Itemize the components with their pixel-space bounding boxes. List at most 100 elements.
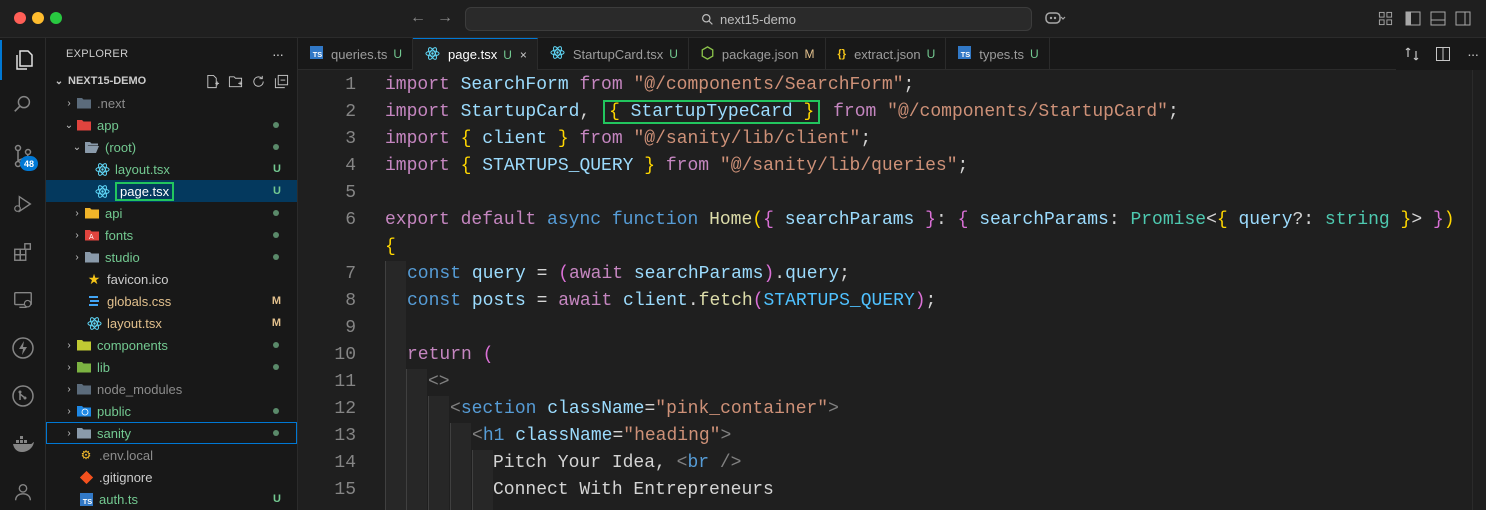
star-icon: ★: [87, 270, 101, 287]
source-control-icon[interactable]: 48: [0, 136, 46, 176]
tree-item-label: layout.tsx: [115, 161, 170, 177]
tree-item-globals-css[interactable]: globals.css M: [46, 290, 297, 312]
svg-text:A: A: [89, 234, 94, 241]
tree-item-layout-tsx-root[interactable]: layout.tsx M: [46, 312, 297, 334]
new-file-icon[interactable]: [205, 74, 220, 89]
tab-label: page.tsx: [448, 47, 498, 62]
tree-item-sanity[interactable]: › sanity: [46, 422, 297, 444]
chevron-down-icon: ⌄: [54, 75, 64, 87]
tree-item-public[interactable]: › public: [46, 400, 297, 422]
settings-icon: ⚙: [80, 448, 92, 462]
line-number: 7: [345, 264, 356, 284]
toggle-secondary-sidebar-icon[interactable]: [1455, 11, 1471, 26]
remote-explorer-icon[interactable]: [0, 280, 46, 320]
chevron-right-icon: ›: [67, 97, 71, 109]
tree-item-page-tsx[interactable]: page.tsx U: [46, 180, 297, 202]
indent-guide: [428, 396, 449, 510]
folder-icon: [76, 425, 92, 441]
git-graph-icon[interactable]: [0, 376, 46, 416]
explorer-tools: [205, 74, 297, 89]
chevron-right-icon: ›: [75, 251, 79, 263]
explorer-title: EXPLORER: [66, 48, 129, 60]
tree-item-components[interactable]: › components: [46, 334, 297, 356]
line-number: 2: [345, 102, 356, 122]
more-actions-icon[interactable]: ···: [1467, 46, 1479, 62]
tab-extract-json[interactable]: {} extract.json U: [826, 38, 947, 70]
tree-item-node-modules[interactable]: › node_modules: [46, 378, 297, 400]
git-status: U: [273, 185, 281, 197]
line-number: 9: [345, 318, 356, 338]
line-number: 14: [334, 453, 356, 473]
new-folder-icon[interactable]: [228, 74, 243, 89]
tree-item-app[interactable]: ⌄ app: [46, 114, 297, 136]
more-actions-button[interactable]: ···: [272, 46, 284, 62]
editor-scrollbar[interactable]: [1472, 70, 1486, 510]
css-icon: [86, 293, 102, 309]
minimize-window-button[interactable]: [32, 12, 44, 24]
code-line-2: import StartupCard, { StartupTypeCard } …: [385, 100, 1179, 124]
nodejs-icon: [701, 45, 714, 63]
tree-item-layout-tsx[interactable]: layout.tsx U: [46, 158, 297, 180]
tree-item-auth-ts[interactable]: TS auth.ts U: [46, 488, 297, 510]
split-editor-icon[interactable]: [1435, 46, 1451, 62]
tree-item-label: layout.tsx: [107, 315, 162, 331]
tree-item-label: public: [97, 403, 131, 419]
indent-guide: [472, 450, 493, 510]
customize-layout-icon[interactable]: [1378, 11, 1393, 26]
close-window-button[interactable]: [14, 12, 26, 24]
collapse-all-icon[interactable]: [274, 74, 289, 89]
tree-item-fonts[interactable]: › A fonts: [46, 224, 297, 246]
tree-item-studio[interactable]: › studio: [46, 246, 297, 268]
tab-startupcard-tsx[interactable]: StartupCard.tsx U: [538, 38, 689, 70]
toggle-primary-sidebar-icon[interactable]: [1405, 11, 1421, 26]
docker-icon[interactable]: [0, 424, 46, 464]
toggle-panel-icon[interactable]: [1430, 11, 1446, 26]
tree-item-gitignore[interactable]: .gitignore: [46, 466, 297, 488]
tree-item-label: api: [105, 205, 123, 221]
folder-open-icon: [84, 139, 100, 155]
line-number: 12: [334, 399, 356, 419]
search-icon[interactable]: [0, 84, 46, 124]
indent-guide: [450, 423, 471, 510]
tree-item-lib[interactable]: › lib: [46, 356, 297, 378]
thunder-icon[interactable]: [0, 328, 46, 368]
copilot-icon[interactable]: [1044, 9, 1066, 27]
scm-badge: 48: [20, 156, 38, 171]
explorer-icon[interactable]: [0, 40, 46, 80]
git-status: M: [271, 295, 281, 307]
tree-item-root-group[interactable]: ⌄ (root): [46, 136, 297, 158]
svg-text:TS: TS: [961, 50, 971, 59]
folder-icon: [84, 249, 100, 265]
tab-status: U: [926, 47, 936, 61]
tab-package-json[interactable]: package.json M: [689, 38, 826, 70]
tree-item-env-local[interactable]: ⚙ .env.local: [46, 444, 297, 466]
git-status: U: [273, 163, 281, 175]
modified-dot: [273, 232, 279, 238]
tree-item-favicon[interactable]: ★ favicon.ico: [46, 268, 297, 290]
refresh-icon[interactable]: [251, 74, 266, 89]
tree-item-next[interactable]: › .next: [46, 92, 297, 114]
tab-label: package.json: [721, 46, 799, 62]
tab-types-ts[interactable]: TS types.ts U: [946, 38, 1050, 70]
nav-forward-button[interactable]: →: [437, 9, 453, 27]
line-number: 4: [345, 156, 356, 176]
line-number: 1: [345, 75, 356, 95]
tab-queries-ts[interactable]: TS queries.ts U: [298, 38, 414, 70]
code-editor[interactable]: 1 2 3 4 5 6 7 8 9 10 11 12 13 14 15 impo…: [298, 70, 1486, 510]
accounts-icon[interactable]: [0, 472, 46, 510]
nav-back-button[interactable]: ←: [410, 9, 426, 27]
open-changes-icon[interactable]: [1404, 46, 1420, 62]
extensions-icon[interactable]: [0, 232, 46, 272]
modified-dot: [273, 254, 279, 260]
tree-item-api[interactable]: › api: [46, 202, 297, 224]
chevron-right-icon: ›: [67, 361, 71, 373]
run-debug-icon[interactable]: [0, 184, 46, 224]
tab-page-tsx[interactable]: page.tsx U ×: [413, 38, 538, 70]
api-folder-icon: [84, 205, 100, 221]
project-root[interactable]: ⌄ NEXT15-DEMO: [46, 70, 297, 92]
editor-actions: ···: [1396, 38, 1486, 70]
close-icon[interactable]: ×: [520, 48, 527, 62]
tree-item-label: page.tsx: [115, 181, 175, 201]
command-center[interactable]: next15-demo: [465, 7, 1032, 31]
maximize-window-button[interactable]: [50, 12, 62, 24]
